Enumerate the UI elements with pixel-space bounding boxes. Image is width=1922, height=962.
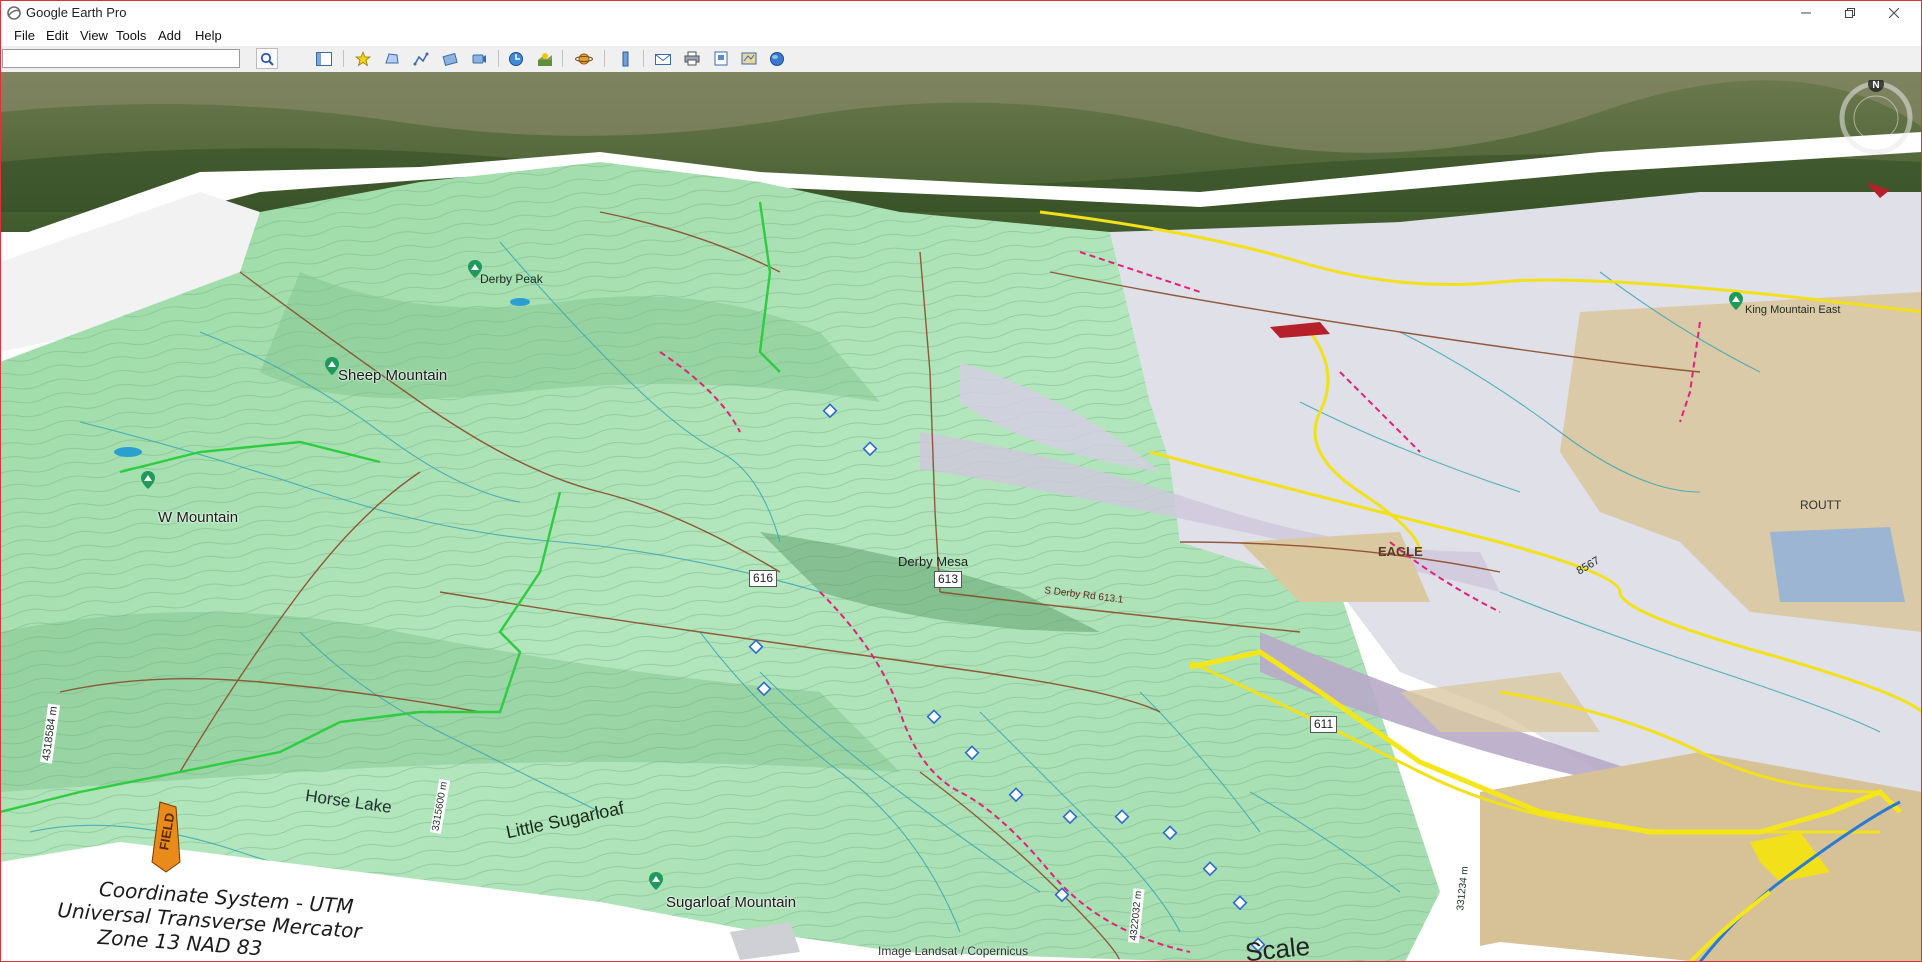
email-button[interactable] — [652, 48, 674, 69]
mountain-pin-icon[interactable] — [325, 357, 339, 375]
sunlight-button[interactable] — [534, 48, 556, 69]
mountain-pin-icon[interactable] — [141, 471, 155, 489]
sun-icon — [538, 52, 552, 66]
historical-imagery-button[interactable] — [505, 48, 527, 69]
close-icon — [1889, 8, 1899, 18]
imagery-attribution: Image Landsat / Copernicus — [878, 944, 1029, 958]
printer-icon — [684, 51, 700, 66]
placemark-pin-icon — [355, 50, 371, 66]
polygon-icon — [385, 52, 399, 63]
planet-icon — [575, 53, 593, 64]
close-button[interactable] — [1872, 0, 1916, 26]
terrain-map[interactable] — [0, 72, 1922, 962]
search-input[interactable] — [2, 49, 240, 68]
title-bar: Google Earth Pro — [0, 0, 1922, 26]
place-label-w-mountain[interactable]: W Mountain — [158, 509, 238, 526]
minimize-button[interactable] — [1784, 0, 1828, 26]
earth-globe-button[interactable] — [766, 48, 788, 69]
add-path-button[interactable] — [410, 48, 432, 69]
menu-file[interactable]: File — [11, 27, 38, 44]
email-icon — [655, 53, 671, 65]
toolbar — [0, 46, 1922, 73]
menu-bar: File Edit View Tools Add Help — [0, 26, 1922, 46]
place-label-king-mountain-east[interactable]: King Mountain East — [1745, 304, 1840, 316]
planets-button[interactable] — [573, 48, 595, 69]
globe-icon — [770, 51, 784, 66]
menu-add[interactable]: Add — [155, 27, 184, 44]
save-image-icon — [714, 51, 728, 66]
search-button[interactable] — [256, 48, 278, 69]
road-shield-613[interactable]: 613 — [934, 571, 963, 588]
place-label-derby-peak[interactable]: Derby Peak — [480, 272, 543, 286]
view-in-maps-button[interactable] — [738, 48, 760, 69]
restore-icon — [1845, 8, 1855, 18]
add-placemark-button[interactable] — [352, 48, 374, 69]
county-label-eagle: EAGLE — [1378, 544, 1423, 559]
restore-button[interactable] — [1828, 0, 1872, 26]
clock-globe-icon — [509, 51, 523, 66]
ruler-icon — [622, 51, 629, 66]
image-overlay-icon — [442, 52, 458, 66]
path-icon — [413, 52, 429, 65]
scale-label: Scale — [1243, 930, 1312, 962]
place-label-derby-mesa: Derby Mesa — [898, 554, 969, 569]
place-label-sheep-mountain[interactable]: Sheep Mountain — [338, 367, 447, 384]
compass-navigation[interactable]: N — [1838, 80, 1914, 156]
window-title: Google Earth Pro — [26, 5, 127, 20]
compass-north-label: N — [1872, 80, 1879, 91]
road-shield-616[interactable]: 616 — [749, 570, 778, 587]
search-icon — [260, 52, 274, 66]
add-polygon-button[interactable] — [381, 48, 403, 69]
sidebar-icon — [316, 51, 332, 66]
minimize-icon — [1801, 12, 1811, 14]
ruler-button[interactable] — [614, 48, 636, 69]
sidebar-toggle-button[interactable] — [313, 48, 335, 69]
map-icon — [741, 52, 757, 65]
print-button[interactable] — [681, 48, 703, 69]
image-overlay-button[interactable] — [439, 48, 461, 69]
road-shield-611[interactable]: 611 — [1310, 716, 1338, 733]
place-label-sugarloaf-mountain[interactable]: Sugarloaf Mountain — [666, 894, 796, 911]
record-tour-button[interactable] — [468, 48, 490, 69]
mountain-pin-icon[interactable] — [1729, 292, 1743, 310]
record-tour-icon — [472, 54, 486, 63]
menu-view[interactable]: View — [77, 27, 111, 44]
google-earth-icon — [7, 6, 21, 20]
county-label-routt: ROUTT — [1800, 498, 1842, 512]
menu-tools[interactable]: Tools — [113, 27, 149, 44]
mountain-pin-icon[interactable] — [649, 872, 663, 890]
save-image-button[interactable] — [710, 48, 732, 69]
menu-edit[interactable]: Edit — [43, 27, 71, 44]
menu-help[interactable]: Help — [192, 27, 225, 44]
map-viewport[interactable]: Sheep Mountain W Mountain Sugarloaf Moun… — [0, 72, 1922, 962]
